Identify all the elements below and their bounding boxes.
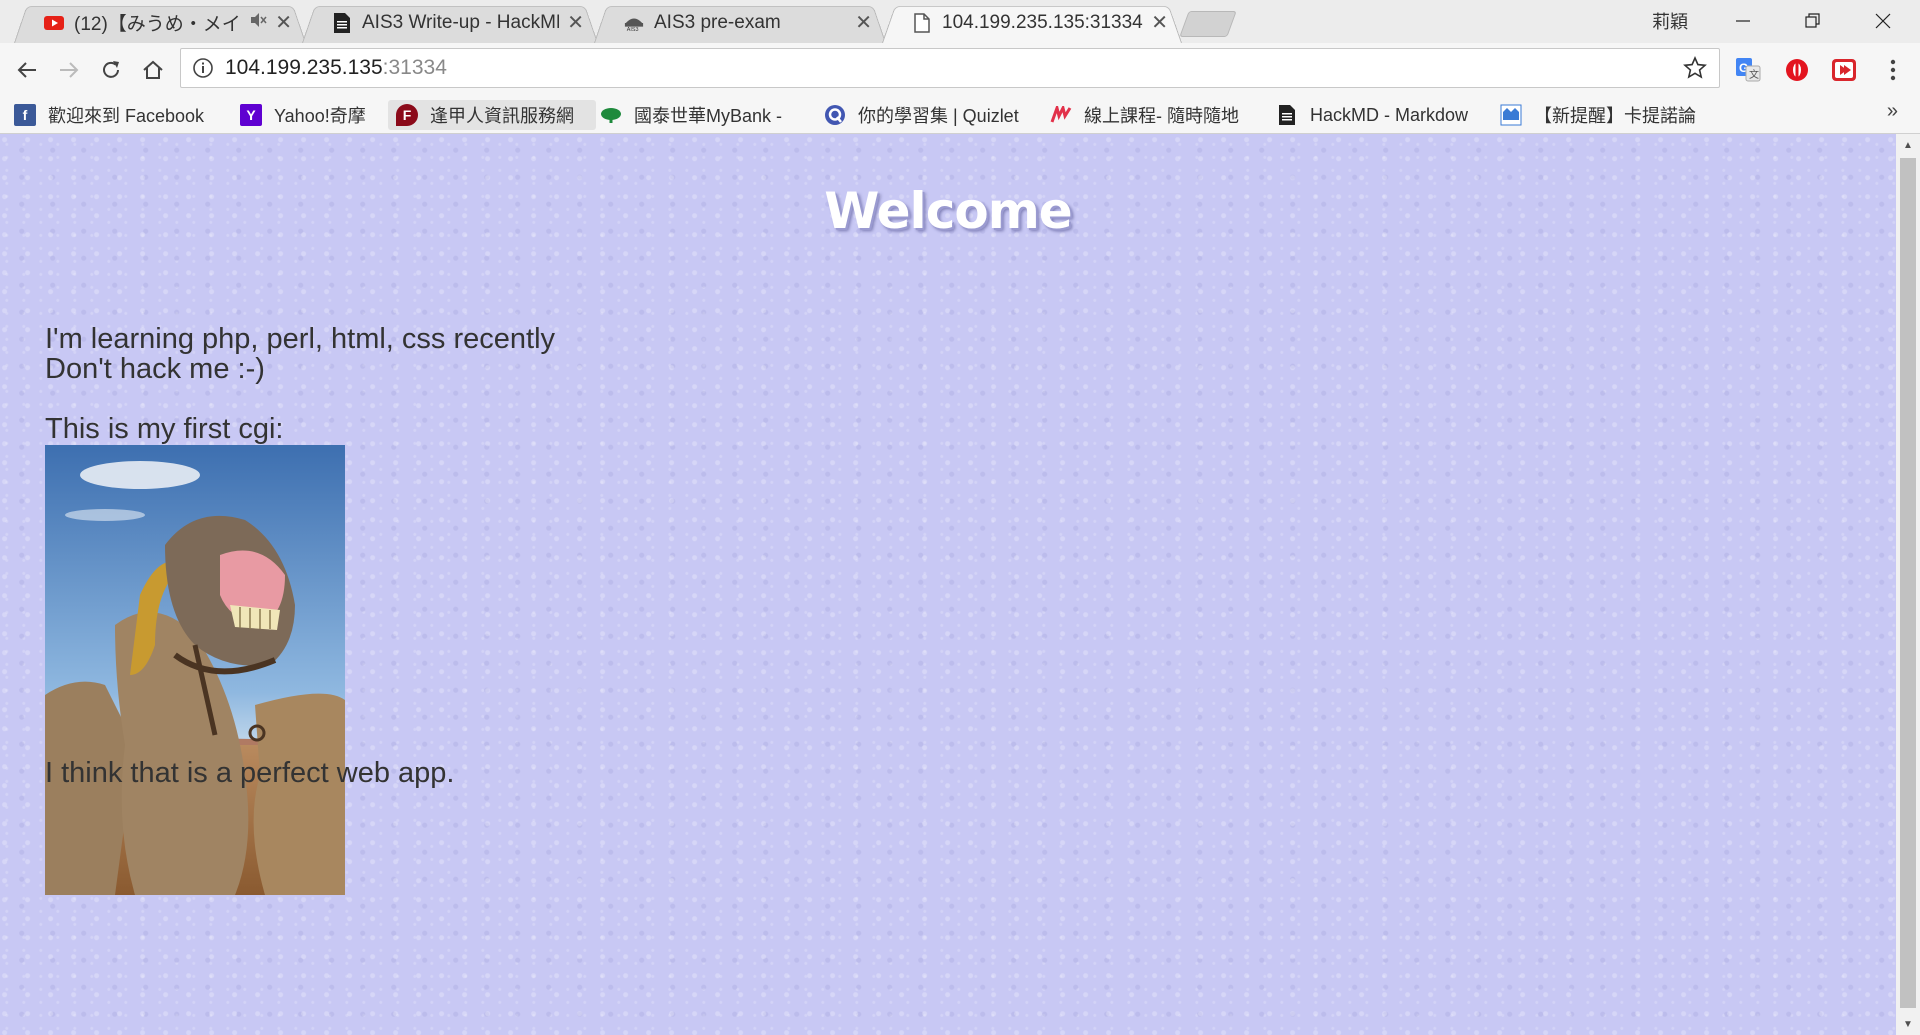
- restore-icon[interactable]: [1783, 4, 1843, 38]
- close-icon[interactable]: ✕: [1151, 10, 1168, 35]
- page-title: Welcome: [824, 182, 1072, 240]
- bookmarks-overflow-icon[interactable]: »: [1887, 100, 1898, 123]
- bookmark-label: 國泰世華MyBank -: [634, 106, 783, 126]
- document-icon: [332, 12, 352, 33]
- svg-text:AIS3: AIS3: [627, 27, 639, 33]
- home-icon[interactable]: [136, 53, 170, 87]
- bookmark-label: HackMD - Markdow: [1310, 104, 1469, 125]
- tab-ais3-pre-exam[interactable]: AIS3 AIS3 pre-exam ✕: [594, 2, 886, 43]
- vertical-scrollbar[interactable]: ▲ ▼: [1896, 134, 1920, 1035]
- tab-title: AIS3 pre-exam: [654, 11, 781, 33]
- cgi-caption: This is my first cgi:: [45, 413, 284, 445]
- hahow-icon: [1050, 104, 1072, 126]
- bookmark-label: Yahoo!奇摩: [274, 106, 366, 126]
- info-icon[interactable]: [191, 56, 215, 80]
- svg-text:文: 文: [1749, 68, 1759, 81]
- url-host: 104.199.235.135: [225, 56, 383, 79]
- bookmark-hahow[interactable]: 線上課程- 隨時隨地: [1050, 100, 1258, 130]
- camel-image: [45, 445, 345, 895]
- bookmark-fcu[interactable]: F 逢甲人資訊服務網: [388, 100, 596, 130]
- video-extension-icon[interactable]: [1830, 56, 1858, 84]
- tab-title: (12)【みうめ・メイ: [74, 14, 241, 35]
- scroll-thumb[interactable]: [1900, 158, 1916, 1008]
- scroll-down-icon[interactable]: ▼: [1896, 1013, 1920, 1035]
- bookmark-ck101[interactable]: 【新提醒】卡提諾論: [1500, 100, 1704, 130]
- close-window-icon[interactable]: [1853, 4, 1913, 38]
- closing-line: I think that is a perfect web app.: [45, 757, 455, 789]
- speaker-muted-icon[interactable]: [249, 12, 267, 34]
- back-icon[interactable]: [10, 53, 44, 87]
- browser-toolbar: 104.199.235.135:31334 G文: [0, 43, 1920, 96]
- page-content: Welcome I'm learning php, perl, html, cs…: [0, 134, 1896, 1035]
- minimize-icon[interactable]: [1713, 4, 1773, 38]
- google-translate-icon[interactable]: G文: [1734, 56, 1762, 84]
- fcu-icon: F: [396, 104, 418, 126]
- bookmark-star-icon[interactable]: [1683, 56, 1707, 85]
- bookmark-label: 你的學習集 | Quizlet: [858, 106, 1019, 126]
- intro-line-2: Don't hack me :-): [45, 353, 265, 385]
- quizlet-icon: [824, 104, 846, 126]
- reload-icon[interactable]: [94, 53, 128, 87]
- bookmark-label: 【新提醒】卡提諾論: [1534, 106, 1696, 126]
- bookmark-hackmd[interactable]: HackMD - Markdow: [1276, 100, 1480, 130]
- page-icon: [912, 12, 932, 33]
- tab-hackmd[interactable]: AIS3 Write-up - HackMD ✕: [302, 2, 598, 43]
- youtube-icon: [44, 13, 64, 33]
- facebook-icon: f: [14, 104, 36, 126]
- forward-icon[interactable]: [52, 53, 86, 87]
- tab-youtube[interactable]: (12)【みうめ・メイ ✕: [14, 2, 306, 43]
- tab-title: 104.199.235.135:31334: [942, 11, 1143, 33]
- close-icon[interactable]: ✕: [855, 10, 872, 35]
- cathay-icon: [600, 104, 622, 126]
- scroll-up-icon[interactable]: ▲: [1896, 134, 1920, 156]
- tab-strip: (12)【みうめ・メイ ✕ AIS3 Write-up - HackMD ✕ A…: [0, 0, 1920, 43]
- new-tab-button[interactable]: [1179, 11, 1237, 37]
- profile-name[interactable]: 莉穎: [1652, 8, 1688, 34]
- url-port: :31334: [382, 56, 447, 79]
- opera-adblock-icon[interactable]: [1783, 56, 1811, 84]
- bookmark-yahoo[interactable]: Y Yahoo!奇摩: [240, 100, 380, 130]
- menu-kebab-icon[interactable]: [1879, 56, 1907, 84]
- ck101-icon: [1500, 104, 1522, 126]
- tab-current-page[interactable]: 104.199.235.135:31334 ✕: [882, 2, 1182, 43]
- bookmarks-bar: f 歡迎來到 Facebook Y Yahoo!奇摩 F 逢甲人資訊服務網 國泰…: [0, 96, 1920, 134]
- bookmark-label: 線上課程- 隨時隨地: [1084, 106, 1239, 126]
- tab-title: AIS3 Write-up - HackMD: [362, 11, 560, 33]
- bookmark-cathay[interactable]: 國泰世華MyBank -: [600, 100, 806, 130]
- bookmark-quizlet[interactable]: 你的學習集 | Quizlet: [824, 100, 1036, 130]
- bookmark-facebook[interactable]: f 歡迎來到 Facebook: [14, 100, 219, 130]
- intro-line-1: I'm learning php, perl, html, css recent…: [45, 323, 556, 355]
- close-icon[interactable]: ✕: [275, 10, 292, 35]
- bookmark-label: 歡迎來到 Facebook: [48, 106, 205, 126]
- close-icon[interactable]: ✕: [567, 10, 584, 35]
- hackmd-icon: [1276, 104, 1298, 126]
- yahoo-icon: Y: [240, 104, 262, 126]
- address-bar[interactable]: 104.199.235.135:31334: [180, 48, 1720, 88]
- bookmark-label: 逢甲人資訊服務網: [430, 106, 574, 126]
- ais3-icon: AIS3: [624, 13, 644, 33]
